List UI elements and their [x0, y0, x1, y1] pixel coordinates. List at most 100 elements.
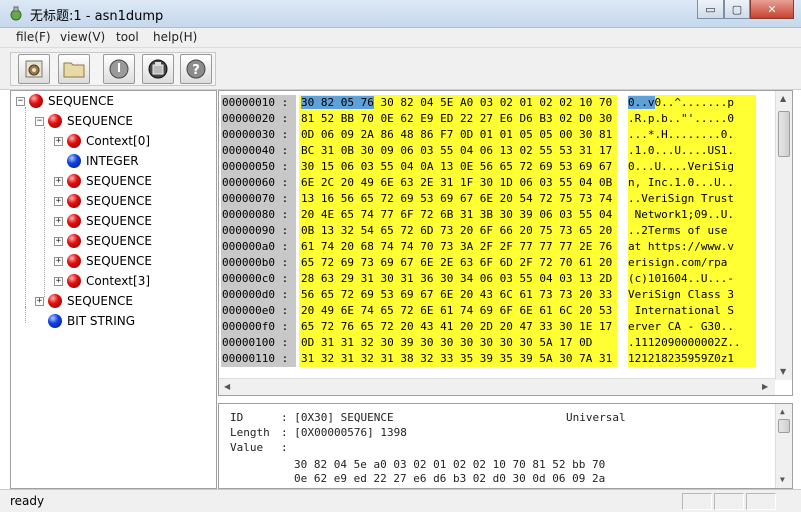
hex-ascii[interactable]: International S	[628, 303, 756, 319]
hex-bytes-text: 20 4E 65 74 77 6F 72 6B 31 3B 30 39 06 0…	[301, 208, 613, 221]
expand-icon[interactable]: +	[54, 176, 63, 186]
menu-help[interactable]: help(H)	[153, 30, 197, 44]
hex-bytes[interactable]: 20 4E 65 74 77 6F 72 6B 31 3B 30 39 06 0…	[299, 207, 617, 223]
hex-bytes[interactable]: 30 15 06 03 55 04 0A 13 0E 56 65 72 69 5…	[299, 159, 617, 175]
expand-icon[interactable]: +	[54, 196, 63, 206]
hex-ascii[interactable]: at https://www.v	[628, 239, 756, 255]
hex-ascii[interactable]: (c)101604..U...-	[628, 271, 756, 287]
hex-ascii[interactable]: 121218235959Z0z1	[628, 351, 756, 367]
info-view[interactable]: ID : [0X30] SEQUENCE Universal Length : …	[218, 403, 793, 489]
hex-bytes[interactable]: 81 52 BB 70 0E 62 E9 ED 22 27 E6 D6 B3 0…	[299, 111, 617, 127]
tree-item-label: BIT STRING	[67, 314, 136, 328]
export-button[interactable]	[142, 54, 174, 84]
hex-ascii[interactable]: n, Inc.1.0...U..	[628, 175, 756, 191]
expand-icon[interactable]: +	[54, 236, 63, 246]
tree-item[interactable]: BIT STRING	[35, 311, 135, 331]
asn1-tree[interactable]: − SEQUENCE − SEQUENCE + Context[0] INTEG…	[10, 90, 217, 489]
scroll-up-icon[interactable]: ▲	[780, 94, 786, 103]
scroll-thumb[interactable]	[778, 419, 790, 433]
menu-view[interactable]: view(V)	[60, 30, 105, 44]
scroll-down-icon[interactable]: ▼	[780, 475, 785, 484]
hex-bytes[interactable]: 56 65 72 69 53 69 67 6E 20 43 6C 61 73 7…	[299, 287, 617, 303]
hex-view[interactable]: 00000010 :30 82 05 76 30 82 04 5E A0 03 …	[218, 90, 793, 396]
scroll-left-icon[interactable]: ◀	[224, 382, 230, 391]
hex-ascii-text: ..2Terms of use	[628, 224, 734, 237]
minimize-button[interactable]: ▭	[697, 0, 724, 19]
collapse-icon[interactable]: −	[16, 96, 25, 106]
hex-bytes[interactable]: BC 31 0B 30 09 06 03 55 04 06 13 02 55 5…	[299, 143, 617, 159]
close-button[interactable]: ✕	[750, 0, 794, 19]
hex-ascii[interactable]: ..VeriSign Trust	[628, 191, 756, 207]
hex-ascii[interactable]: erver CA - G30..	[628, 319, 756, 335]
hex-address: 000000e0 :	[221, 303, 296, 319]
hex-ascii[interactable]: erisign.com/rpa	[628, 255, 756, 271]
tree-item-label: Context[3]	[86, 274, 151, 288]
open-button[interactable]	[58, 54, 90, 84]
tree-item[interactable]: + SEQUENCE	[54, 251, 152, 271]
tree-item[interactable]: + Context[3]	[54, 271, 150, 291]
tree-item[interactable]: + SEQUENCE	[35, 291, 133, 311]
hex-bytes[interactable]: 0D 06 09 2A 86 48 86 F7 0D 01 01 05 05 0…	[299, 127, 617, 143]
hex-ascii[interactable]: .1.0...U....US1.	[628, 143, 756, 159]
hex-bytes[interactable]: 6E 2C 20 49 6E 63 2E 31 1F 30 1D 06 03 5…	[299, 175, 617, 191]
menu-tool[interactable]: tool	[116, 30, 139, 44]
value-separator: :	[281, 441, 288, 454]
hex-ascii[interactable]: Network1;09..U.	[628, 207, 756, 223]
scroll-up-icon[interactable]: ▲	[780, 407, 785, 416]
menu-file[interactable]: file(F)	[16, 30, 51, 44]
hex-ascii-text: .R.p.b.."'.....0	[628, 112, 734, 125]
power-button[interactable]	[103, 54, 135, 84]
hex-bytes[interactable]: 65 72 76 65 72 20 43 41 20 2D 20 47 33 3…	[299, 319, 617, 335]
hex-ascii[interactable]: ..2Terms of use	[628, 223, 756, 239]
info-vertical-scrollbar[interactable]: ▲ ▼	[775, 404, 792, 488]
hex-ascii[interactable]: VeriSign Class 3	[628, 287, 756, 303]
expand-icon[interactable]: +	[35, 296, 44, 306]
tree-item[interactable]: − SEQUENCE	[35, 111, 133, 131]
maximize-button[interactable]: ▢	[724, 0, 750, 19]
hex-bytes[interactable]: 0B 13 32 54 65 72 6D 73 20 6F 66 20 75 7…	[299, 223, 617, 239]
collapse-icon[interactable]: −	[35, 116, 44, 126]
hex-bytes-text: 28 63 29 31 30 31 36 30 34 06 03 55 04 0…	[301, 272, 613, 285]
scroll-thumb[interactable]	[778, 111, 790, 157]
tree-item[interactable]: + SEQUENCE	[54, 211, 152, 231]
help-button[interactable]: ?	[180, 54, 212, 84]
hex-ascii[interactable]: .1112090000002Z..	[628, 335, 756, 351]
tree-item[interactable]: INTEGER	[54, 151, 139, 171]
hex-address: 00000070 :	[221, 191, 296, 207]
red-ball-icon	[67, 254, 81, 268]
scroll-right-icon[interactable]: ▶	[762, 382, 768, 391]
tree-item[interactable]: + SEQUENCE	[54, 171, 152, 191]
hex-bytes[interactable]: 20 49 6E 74 65 72 6E 61 74 69 6F 6E 61 6…	[299, 303, 617, 319]
red-ball-icon	[48, 114, 62, 128]
hex-bytes[interactable]: 28 63 29 31 30 31 36 30 34 06 03 55 04 0…	[299, 271, 617, 287]
hex-bytes-text: 61 74 20 68 74 74 70 73 3A 2F 2F 77 77 7…	[301, 240, 613, 253]
hex-bytes[interactable]: 61 74 20 68 74 74 70 73 3A 2F 2F 77 77 7…	[299, 239, 617, 255]
hex-ascii[interactable]: 0...U....VeriSig	[628, 159, 756, 175]
settings-button[interactable]	[18, 54, 50, 84]
expand-icon[interactable]: +	[54, 216, 63, 226]
tree-item[interactable]: + Context[0]	[54, 131, 150, 151]
hex-vertical-scrollbar[interactable]: ▲ ▼	[775, 91, 792, 380]
tree-item[interactable]: − SEQUENCE	[16, 91, 114, 111]
hex-ascii[interactable]: .R.p.b.."'.....0	[628, 111, 756, 127]
tree-item[interactable]: + SEQUENCE	[54, 191, 152, 211]
hex-bytes[interactable]: 0D 31 31 32 30 39 30 30 30 30 30 30 5A 1…	[299, 335, 617, 351]
hex-ascii[interactable]: 0..v0..^.......p	[628, 95, 756, 111]
hex-bytes[interactable]: 31 32 31 32 31 38 32 33 35 39 35 39 5A 3…	[299, 351, 617, 367]
expand-icon[interactable]: +	[54, 136, 63, 146]
hex-bytes[interactable]: 65 72 69 73 69 67 6E 2E 63 6F 6D 2F 72 7…	[299, 255, 617, 271]
gear-icon	[25, 60, 43, 78]
hex-bytes[interactable]: 30 82 05 76 30 82 04 5E A0 03 02 01 02 0…	[299, 95, 617, 111]
hex-ascii-text: 121218235959Z0z1	[628, 352, 734, 365]
tree-item[interactable]: + SEQUENCE	[54, 231, 152, 251]
expand-icon[interactable]: +	[54, 276, 63, 286]
value-line: 0e 62 e9 ed 22 27 e6 d6 b3 02 d0 30 0d 0…	[294, 472, 606, 485]
hex-ascii[interactable]: ...*.H........0.	[628, 127, 756, 143]
hex-horizontal-scrollbar[interactable]: ◀ ▶	[219, 378, 775, 395]
hex-bytes-selected[interactable]: 30 82 05 76	[301, 96, 374, 109]
expand-icon[interactable]: +	[54, 256, 63, 266]
length-value: : [0X00000576] 1398	[281, 426, 407, 439]
hex-bytes[interactable]: 13 16 56 65 72 69 53 69 67 6E 20 54 72 7…	[299, 191, 617, 207]
scroll-down-icon[interactable]: ▼	[780, 367, 786, 376]
hex-ascii-selected[interactable]: 0..v	[628, 96, 655, 109]
